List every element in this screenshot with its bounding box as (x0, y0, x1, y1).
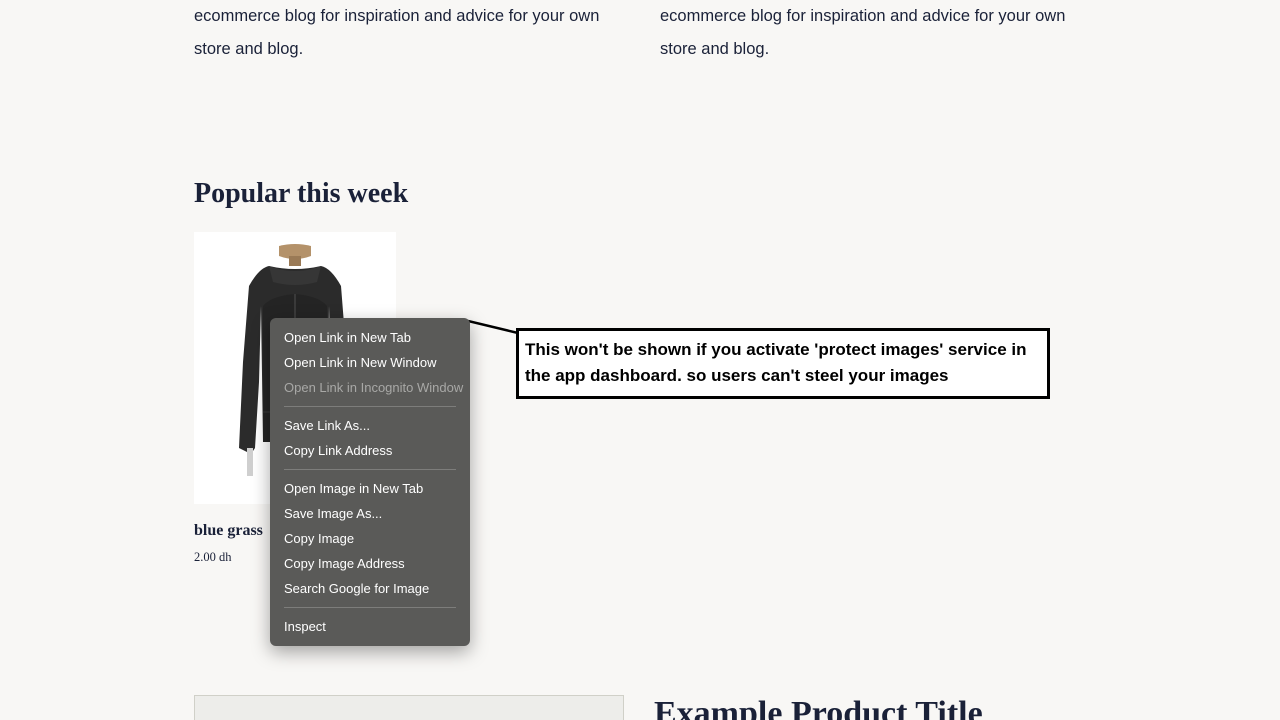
ctx-separator (284, 406, 456, 407)
popular-heading: Popular this week (194, 178, 1220, 210)
ctx-open-incognito: Open Link in Incognito Window (270, 375, 470, 400)
ctx-separator (284, 607, 456, 608)
ctx-copy-image-address[interactable]: Copy Image Address (270, 551, 470, 576)
ctx-copy-image[interactable]: Copy Image (270, 526, 470, 551)
ctx-open-new-tab[interactable]: Open Link in New Tab (270, 325, 470, 350)
ctx-save-image-as[interactable]: Save Image As... (270, 501, 470, 526)
ctx-open-new-window[interactable]: Open Link in New Window (270, 350, 470, 375)
ctx-save-link-as[interactable]: Save Link As... (270, 413, 470, 438)
ctx-search-google-image[interactable]: Search Google for Image (270, 576, 470, 601)
annotation-callout: This won't be shown if you activate 'pro… (516, 328, 1050, 399)
example-product-title: Example Product Title (654, 695, 983, 720)
ctx-inspect[interactable]: Inspect (270, 614, 470, 639)
blog-text-right: ecommerce blog for inspiration and advic… (660, 0, 1092, 66)
annotation-connector (468, 319, 520, 337)
annotation-text: This won't be shown if you activate 'pro… (525, 340, 1026, 385)
blog-columns: ecommerce blog for inspiration and advic… (194, 0, 1220, 66)
ctx-separator (284, 469, 456, 470)
context-menu[interactable]: Open Link in New Tab Open Link in New Wi… (270, 318, 470, 646)
example-product-image[interactable] (194, 695, 624, 720)
ctx-copy-link-address[interactable]: Copy Link Address (270, 438, 470, 463)
blog-text-left: ecommerce blog for inspiration and advic… (194, 0, 626, 66)
ctx-open-image-new-tab[interactable]: Open Image in New Tab (270, 476, 470, 501)
